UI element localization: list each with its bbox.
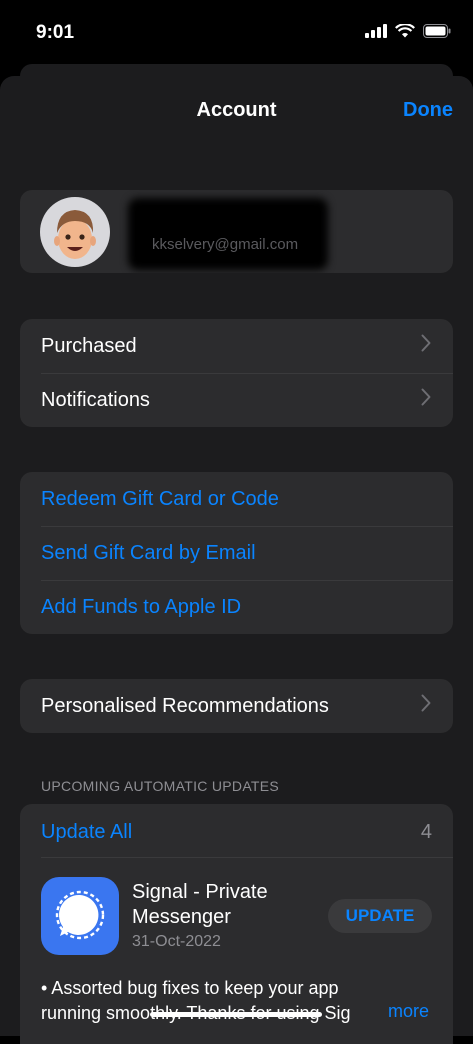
row-label: Purchased (41, 334, 137, 357)
purchases-group: Purchased Notifications (20, 319, 453, 427)
row-label: Add Funds to Apple ID (41, 595, 242, 618)
chevron-right-icon (421, 694, 431, 718)
wifi-icon (395, 23, 415, 43)
section-header: UPCOMING AUTOMATIC UPDATES (41, 778, 280, 794)
row-label: Send Gift Card by Email (41, 541, 256, 564)
update-button[interactable]: UPDATE (328, 899, 432, 933)
account-email: kkselvery@gmail.com (152, 236, 299, 253)
app-name[interactable]: Signal - Private Messenger (132, 880, 312, 930)
recommendations-group: Personalised Recommendations (20, 679, 453, 733)
chevron-right-icon (421, 334, 431, 358)
update-count: 4 (420, 821, 432, 843)
gift-card-group: Redeem Gift Card or Code Send Gift Card … (20, 472, 453, 634)
row-label: Personalised Recommendations (41, 694, 329, 717)
app-update-date: 31-Oct-2022 (132, 933, 221, 950)
done-button[interactable]: Done (403, 99, 453, 122)
memoji-avatar (40, 197, 110, 267)
profile-card[interactable]: kkselvery@gmail.com (20, 190, 453, 273)
status-bar: 9:01 (0, 0, 473, 70)
redacted-name (128, 198, 328, 270)
notifications-row[interactable]: Notifications (20, 373, 453, 427)
release-notes: • Assorted bug fixes to keep your app ru… (41, 978, 351, 1023)
update-all-button[interactable]: Update All (41, 821, 132, 844)
row-label: Notifications (41, 388, 150, 411)
purchased-row[interactable]: Purchased (20, 319, 453, 373)
personalised-recommendations-row[interactable]: Personalised Recommendations (20, 679, 453, 733)
divider (41, 857, 453, 858)
send-gift-card-link[interactable]: Send Gift Card by Email (20, 526, 453, 580)
status-time: 9:01 (36, 22, 75, 43)
signal-app-icon[interactable] (41, 877, 119, 955)
redeem-gift-card-link[interactable]: Redeem Gift Card or Code (20, 472, 453, 526)
add-funds-link[interactable]: Add Funds to Apple ID (20, 580, 453, 634)
more-link[interactable]: more (388, 1001, 429, 1022)
cellular-signal-icon (365, 24, 387, 43)
chevron-right-icon (421, 388, 431, 412)
home-indicator[interactable] (150, 1012, 322, 1017)
row-label: Redeem Gift Card or Code (41, 487, 279, 510)
battery-icon (423, 24, 451, 43)
